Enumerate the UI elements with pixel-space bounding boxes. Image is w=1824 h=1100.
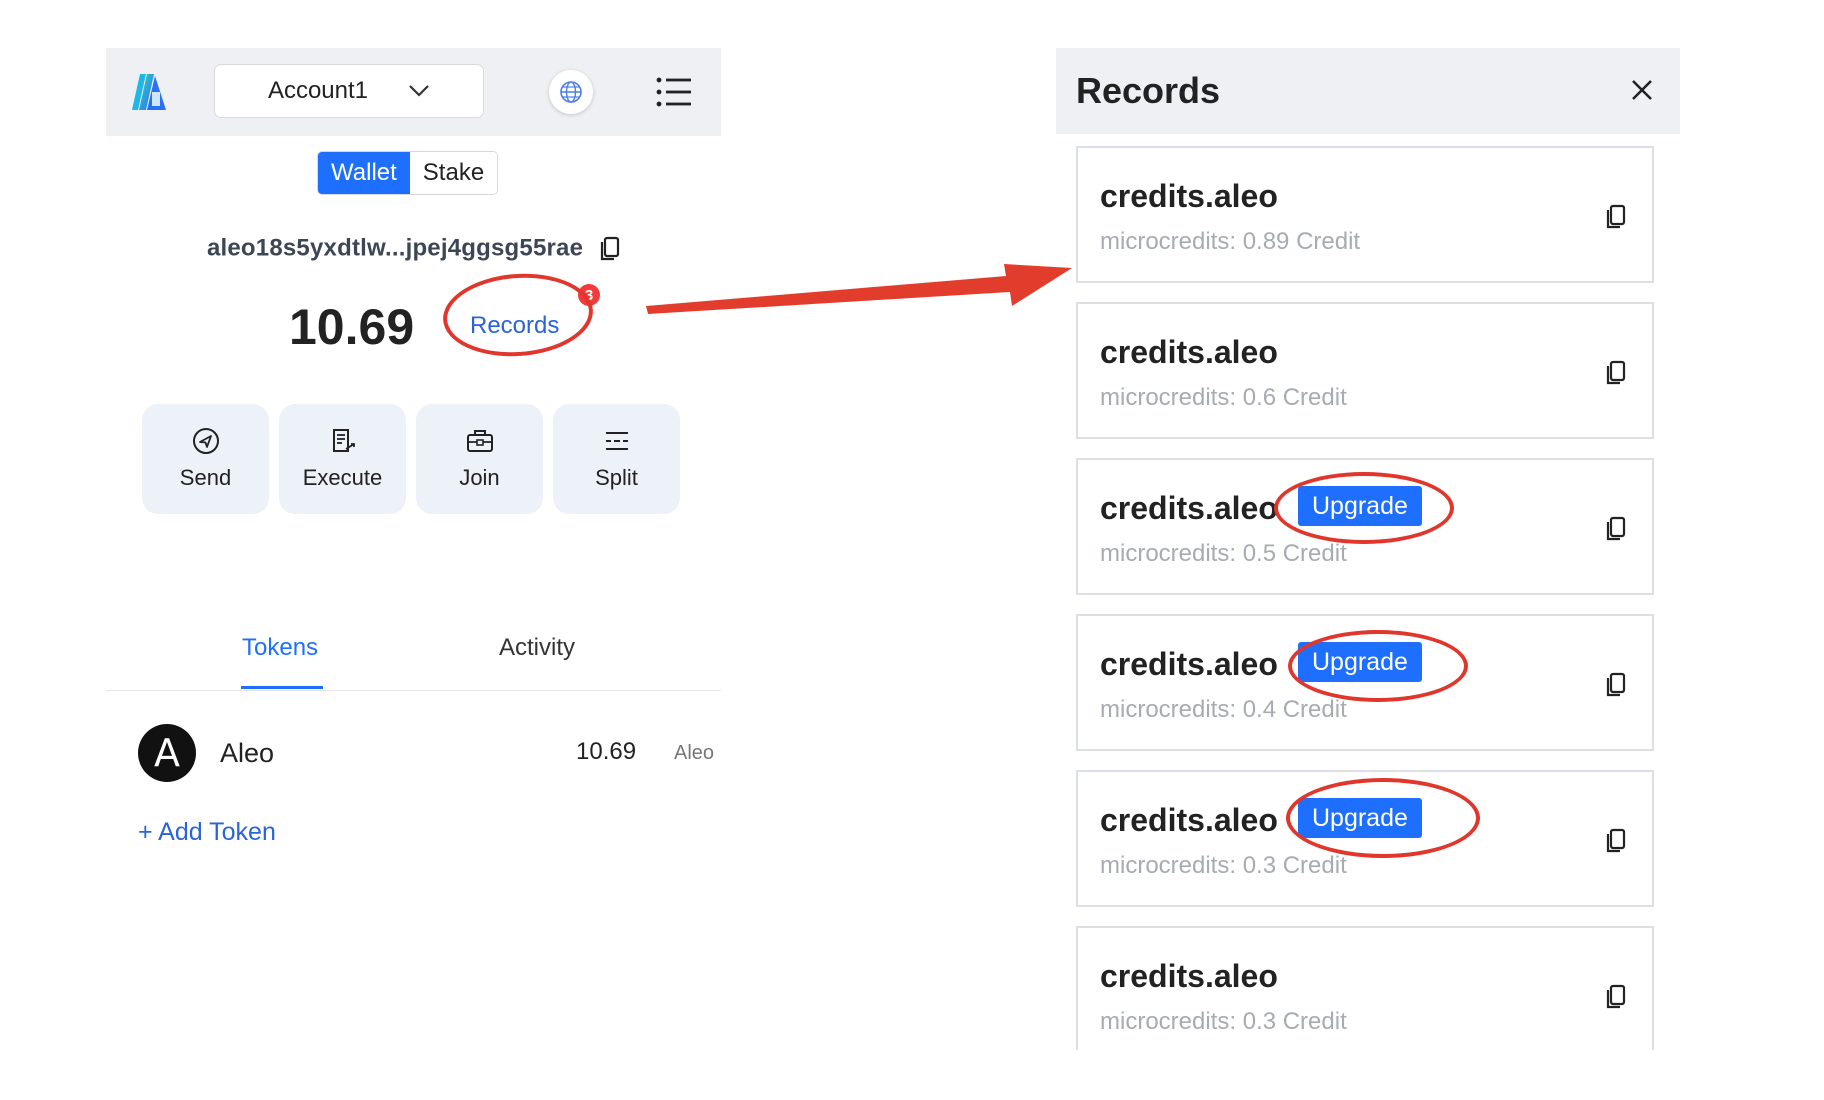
tab-tokens[interactable]: Tokens bbox=[242, 634, 318, 662]
close-icon[interactable] bbox=[1628, 76, 1656, 104]
record-amount: microcredits: 0.6 Credit bbox=[1100, 384, 1347, 411]
annotation-circle-upgrade bbox=[1288, 630, 1468, 702]
record-title: credits.aleo bbox=[1100, 178, 1278, 214]
execute-button[interactable]: Execute bbox=[279, 404, 406, 514]
send-icon bbox=[192, 428, 219, 454]
record-amount: microcredits: 0.4 Credit bbox=[1100, 696, 1347, 723]
wallet-address-row: aleo18s5yxdtlw...jpej4ggsg55rae bbox=[106, 234, 721, 263]
annotation-circle-upgrade bbox=[1274, 472, 1454, 544]
list-menu-icon bbox=[656, 77, 691, 107]
execute-icon bbox=[332, 429, 355, 452]
record-title: credits.aleo bbox=[1100, 646, 1278, 682]
wallet-address: aleo18s5yxdtlw...jpej4ggsg55rae bbox=[206, 234, 584, 262]
join-label: Join bbox=[459, 465, 500, 490]
records-panel: Records credits.aleo microcredits: 0.89 … bbox=[1056, 48, 1680, 1050]
records-title: Records bbox=[1076, 70, 1221, 111]
join-icon bbox=[466, 430, 493, 452]
send-label: Send bbox=[179, 465, 232, 490]
wallet-panel: Account1 Wallet Stake aleo18s5yxdtlw...j… bbox=[106, 48, 721, 846]
wallet-header: Account1 bbox=[106, 48, 721, 136]
record-title: credits.aleo bbox=[1100, 802, 1278, 838]
action-buttons: Send Execute Join Split bbox=[142, 404, 680, 514]
account-selector[interactable]: Account1 bbox=[214, 64, 484, 118]
record-amount: microcredits: 0.3 Credit bbox=[1100, 1008, 1347, 1035]
record-amount: microcredits: 0.5 Credit bbox=[1100, 540, 1347, 567]
record-card: credits.aleo Upgrade microcredits: 0.3 C… bbox=[1076, 770, 1654, 907]
app-logo-icon bbox=[126, 70, 172, 114]
send-button[interactable]: Send bbox=[142, 404, 269, 514]
record-amount: microcredits: 0.89 Credit bbox=[1100, 228, 1361, 255]
token-row-aleo[interactable]: A Aleo 10.69 Aleo bbox=[138, 724, 714, 782]
execute-label: Execute bbox=[302, 465, 383, 490]
records-header: Records bbox=[1056, 48, 1680, 134]
active-tab-indicator bbox=[241, 686, 323, 689]
copy-record-icon[interactable] bbox=[1606, 360, 1626, 386]
record-title: credits.aleo bbox=[1100, 958, 1278, 994]
network-globe-button[interactable] bbox=[549, 70, 593, 114]
annotation-circle-upgrade bbox=[1286, 778, 1480, 858]
content-tabs: Tokens Activity bbox=[106, 604, 721, 691]
chevron-down-icon bbox=[409, 85, 429, 97]
wallet-balance: 10.69 bbox=[289, 299, 415, 355]
copy-address-icon[interactable] bbox=[600, 236, 620, 262]
record-title: credits.aleo bbox=[1100, 334, 1278, 370]
join-button[interactable]: Join bbox=[416, 404, 543, 514]
record-amount: microcredits: 0.3 Credit bbox=[1100, 852, 1347, 879]
copy-record-icon[interactable] bbox=[1606, 672, 1626, 698]
copy-record-icon[interactable] bbox=[1606, 828, 1626, 854]
globe-icon bbox=[560, 81, 582, 103]
record-card: credits.aleo Upgrade microcredits: 0.5 C… bbox=[1076, 458, 1654, 595]
copy-record-icon[interactable] bbox=[1606, 516, 1626, 542]
token-amount: 10.69 bbox=[576, 738, 637, 765]
token-name: Aleo bbox=[220, 738, 275, 768]
tab-activity[interactable]: Activity bbox=[499, 634, 575, 662]
menu-button[interactable] bbox=[656, 76, 692, 108]
tab-wallet[interactable]: Wallet bbox=[318, 152, 410, 194]
record-card: credits.aleo microcredits: 0.89 Credit bbox=[1076, 146, 1654, 283]
aleo-token-avatar: A bbox=[138, 724, 196, 782]
record-title: credits.aleo bbox=[1100, 490, 1278, 526]
split-label: Split bbox=[595, 465, 638, 490]
split-button[interactable]: Split bbox=[553, 404, 680, 514]
record-card: credits.aleo microcredits: 0.3 Credit bbox=[1076, 926, 1654, 1050]
record-card: credits.aleo microcredits: 0.6 Credit bbox=[1076, 302, 1654, 439]
tab-stake[interactable]: Stake bbox=[409, 152, 498, 194]
account-name: Account1 bbox=[267, 77, 369, 104]
copy-record-icon[interactable] bbox=[1606, 984, 1626, 1010]
wallet-stake-toggle: Wallet Stake bbox=[317, 151, 499, 195]
token-unit: Aleo bbox=[674, 742, 715, 764]
annotation-arrow bbox=[646, 264, 1072, 314]
copy-record-icon[interactable] bbox=[1606, 204, 1626, 230]
record-card: credits.aleo Upgrade microcredits: 0.4 C… bbox=[1076, 614, 1654, 751]
add-token-link[interactable]: + Add Token bbox=[138, 818, 276, 847]
annotation-circle-records bbox=[440, 268, 596, 362]
split-icon bbox=[605, 432, 628, 450]
